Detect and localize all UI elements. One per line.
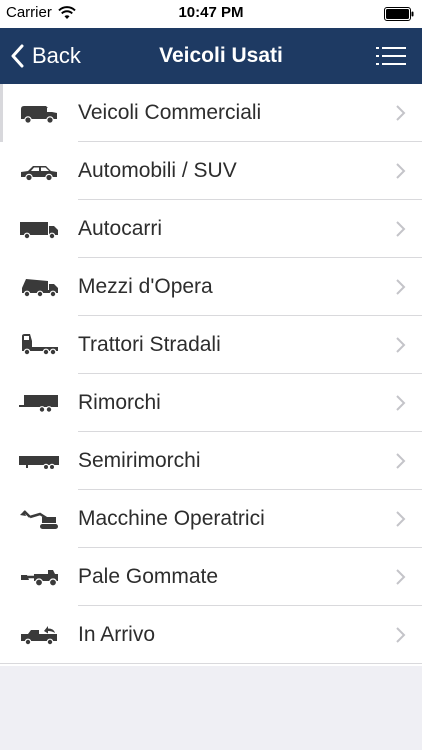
list-item-label: Veicoli Commerciali: [78, 101, 262, 124]
chevron-right-icon: [396, 395, 406, 411]
status-time: 10:47 PM: [178, 4, 244, 21]
chevron-right-icon: [396, 337, 406, 353]
list-item-trattori-stradali[interactable]: Trattori Stradali: [0, 316, 422, 374]
list-item-macchine-operatrici[interactable]: Macchine Operatrici: [0, 490, 422, 548]
chevron-right-icon: [396, 221, 406, 237]
list-item-label: Semirimorchi: [78, 449, 201, 472]
trailer-icon: [19, 395, 58, 413]
list-item-veicoli-commerciali[interactable]: Veicoli Commerciali: [0, 84, 422, 142]
list-item-pale-gommate[interactable]: Pale Gommate: [0, 548, 422, 606]
chevron-left-icon: [11, 44, 24, 68]
chevron-right-icon: [396, 511, 406, 527]
list-item-label: Trattori Stradali: [78, 333, 221, 356]
list-item-automobili-suv[interactable]: Automobili / SUV: [0, 142, 422, 200]
incoming-truck-icon: [21, 626, 57, 646]
semitrailer-icon: [19, 456, 59, 471]
chevron-right-icon: [396, 279, 406, 295]
list-item-semirimorchi[interactable]: Semirimorchi: [0, 432, 422, 490]
wheel-loader-icon: [21, 570, 58, 587]
chevron-right-icon: [396, 163, 406, 179]
vehicle-category-list: Veicoli Commerciali Automobili / SUV Aut…: [0, 84, 422, 666]
van-icon: [21, 106, 57, 124]
battery-icon: [384, 7, 414, 21]
list-item-label: In Arrivo: [78, 623, 156, 646]
chevron-right-icon: [396, 569, 406, 585]
chevron-right-icon: [396, 453, 406, 469]
list-item-autocarri[interactable]: Autocarri: [0, 200, 422, 258]
chevron-right-icon: [396, 627, 406, 643]
page-title: Veicoli Usati: [159, 44, 283, 67]
list-menu-icon[interactable]: [376, 44, 406, 68]
selection-marker: [0, 84, 3, 142]
list-item-label: Rimorchi: [78, 391, 161, 414]
list-item-label: Mezzi d'Opera: [78, 275, 213, 298]
list-item-in-arrivo[interactable]: In Arrivo: [0, 606, 422, 664]
list-item-label: Autocarri: [78, 217, 163, 240]
chevron-right-icon: [396, 105, 406, 121]
back-button[interactable]: Back: [10, 28, 81, 84]
dump-truck-icon: [22, 279, 58, 298]
list-item-label: Macchine Operatrici: [78, 507, 265, 530]
back-label: Back: [32, 43, 81, 68]
list-item-label: Pale Gommate: [78, 565, 219, 588]
row-divider: [0, 663, 422, 664]
status-bar: Carrier 10:47 PM: [0, 0, 422, 28]
truck-icon: [20, 222, 58, 240]
car-icon: [21, 166, 57, 182]
list-item-label: Automobili / SUV: [78, 159, 237, 182]
list-item-mezzi-opera[interactable]: Mezzi d'Opera: [0, 258, 422, 316]
tractor-unit-icon: [22, 334, 58, 356]
excavator-icon: [20, 510, 58, 529]
nav-bar: Back Veicoli Usati: [0, 28, 422, 84]
list-item-rimorchi[interactable]: Rimorchi: [0, 374, 422, 432]
